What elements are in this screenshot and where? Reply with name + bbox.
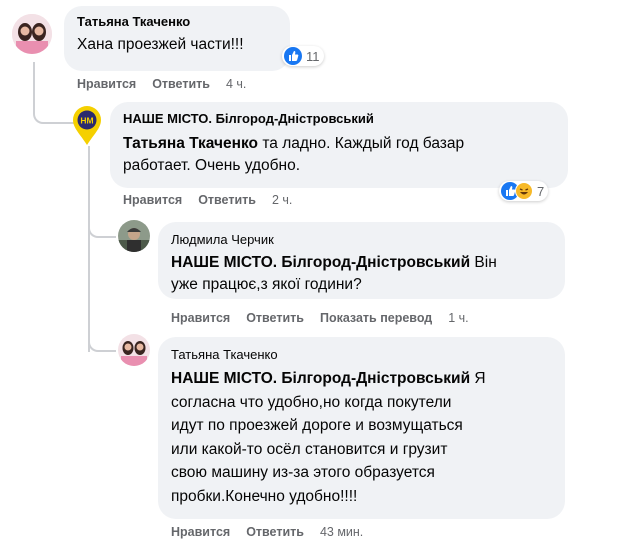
- like-button[interactable]: Нравится: [171, 311, 230, 325]
- timestamp[interactable]: 4 ч.: [226, 77, 246, 91]
- mention-link[interactable]: НАШЕ МІСТО. Білгород-Дністровський: [171, 254, 470, 271]
- comment-actions: Нравится Ответить 2 ч.: [123, 193, 308, 207]
- like-button[interactable]: Нравится: [123, 193, 182, 207]
- comment-actions: Нравится Ответить Показать перевод 1 ч.: [171, 311, 485, 325]
- reply-button[interactable]: Ответить: [198, 193, 256, 207]
- comment-actions: Нравится Ответить 43 мин.: [171, 525, 379, 539]
- comment-text: Хана проезжей части!!!: [77, 36, 244, 53]
- reaction-summary[interactable]: 11: [282, 46, 324, 66]
- page-logo-avatar[interactable]: НМ: [70, 106, 104, 146]
- comment-author[interactable]: НАШЕ МІСТО. Білгород-Дністровський: [123, 111, 374, 126]
- translate-button[interactable]: Показать перевод: [320, 311, 432, 325]
- mention-link[interactable]: НАШЕ МІСТО. Білгород-Дністровський: [171, 370, 470, 387]
- reply-button[interactable]: Ответить: [152, 77, 210, 91]
- svg-text:НМ: НМ: [80, 116, 93, 126]
- haha-icon: [515, 182, 533, 200]
- comment-text: НАШЕ МІСТО. Білгород-Дністровський Я сог…: [171, 370, 486, 505]
- reaction-count: 7: [537, 183, 545, 199]
- comment-author[interactable]: Татьяна Ткаченко: [171, 347, 278, 362]
- reply-button[interactable]: Ответить: [246, 311, 304, 325]
- reply-button[interactable]: Ответить: [246, 525, 304, 539]
- mention-link[interactable]: Татьяна Ткаченко: [123, 135, 258, 152]
- like-button[interactable]: Нравится: [77, 77, 136, 91]
- reaction-count: 11: [306, 48, 320, 64]
- reaction-summary[interactable]: 7: [499, 181, 549, 201]
- like-icon: [284, 47, 302, 65]
- timestamp[interactable]: 2 ч.: [272, 193, 292, 207]
- timestamp[interactable]: 43 мин.: [320, 525, 363, 539]
- thread-line-reply-2: [88, 320, 116, 352]
- comment-author[interactable]: Людмила Черчик: [171, 232, 274, 247]
- comment-author[interactable]: Татьяна Ткаченко: [77, 14, 190, 29]
- comment-text: Татьяна Ткаченко та ладно. Каждый год ба…: [123, 135, 465, 174]
- thread-line-main: [33, 62, 75, 124]
- like-button[interactable]: Нравится: [171, 525, 230, 539]
- avatar[interactable]: [118, 220, 150, 252]
- avatar[interactable]: [12, 14, 52, 54]
- comment-text: НАШЕ МІСТО. Білгород-Дністровський Він у…: [171, 254, 497, 293]
- avatar[interactable]: [118, 334, 150, 366]
- thread-line-reply-1: [88, 214, 116, 238]
- comment-actions: Нравится Ответить 4 ч.: [77, 77, 262, 91]
- timestamp[interactable]: 1 ч.: [448, 311, 468, 325]
